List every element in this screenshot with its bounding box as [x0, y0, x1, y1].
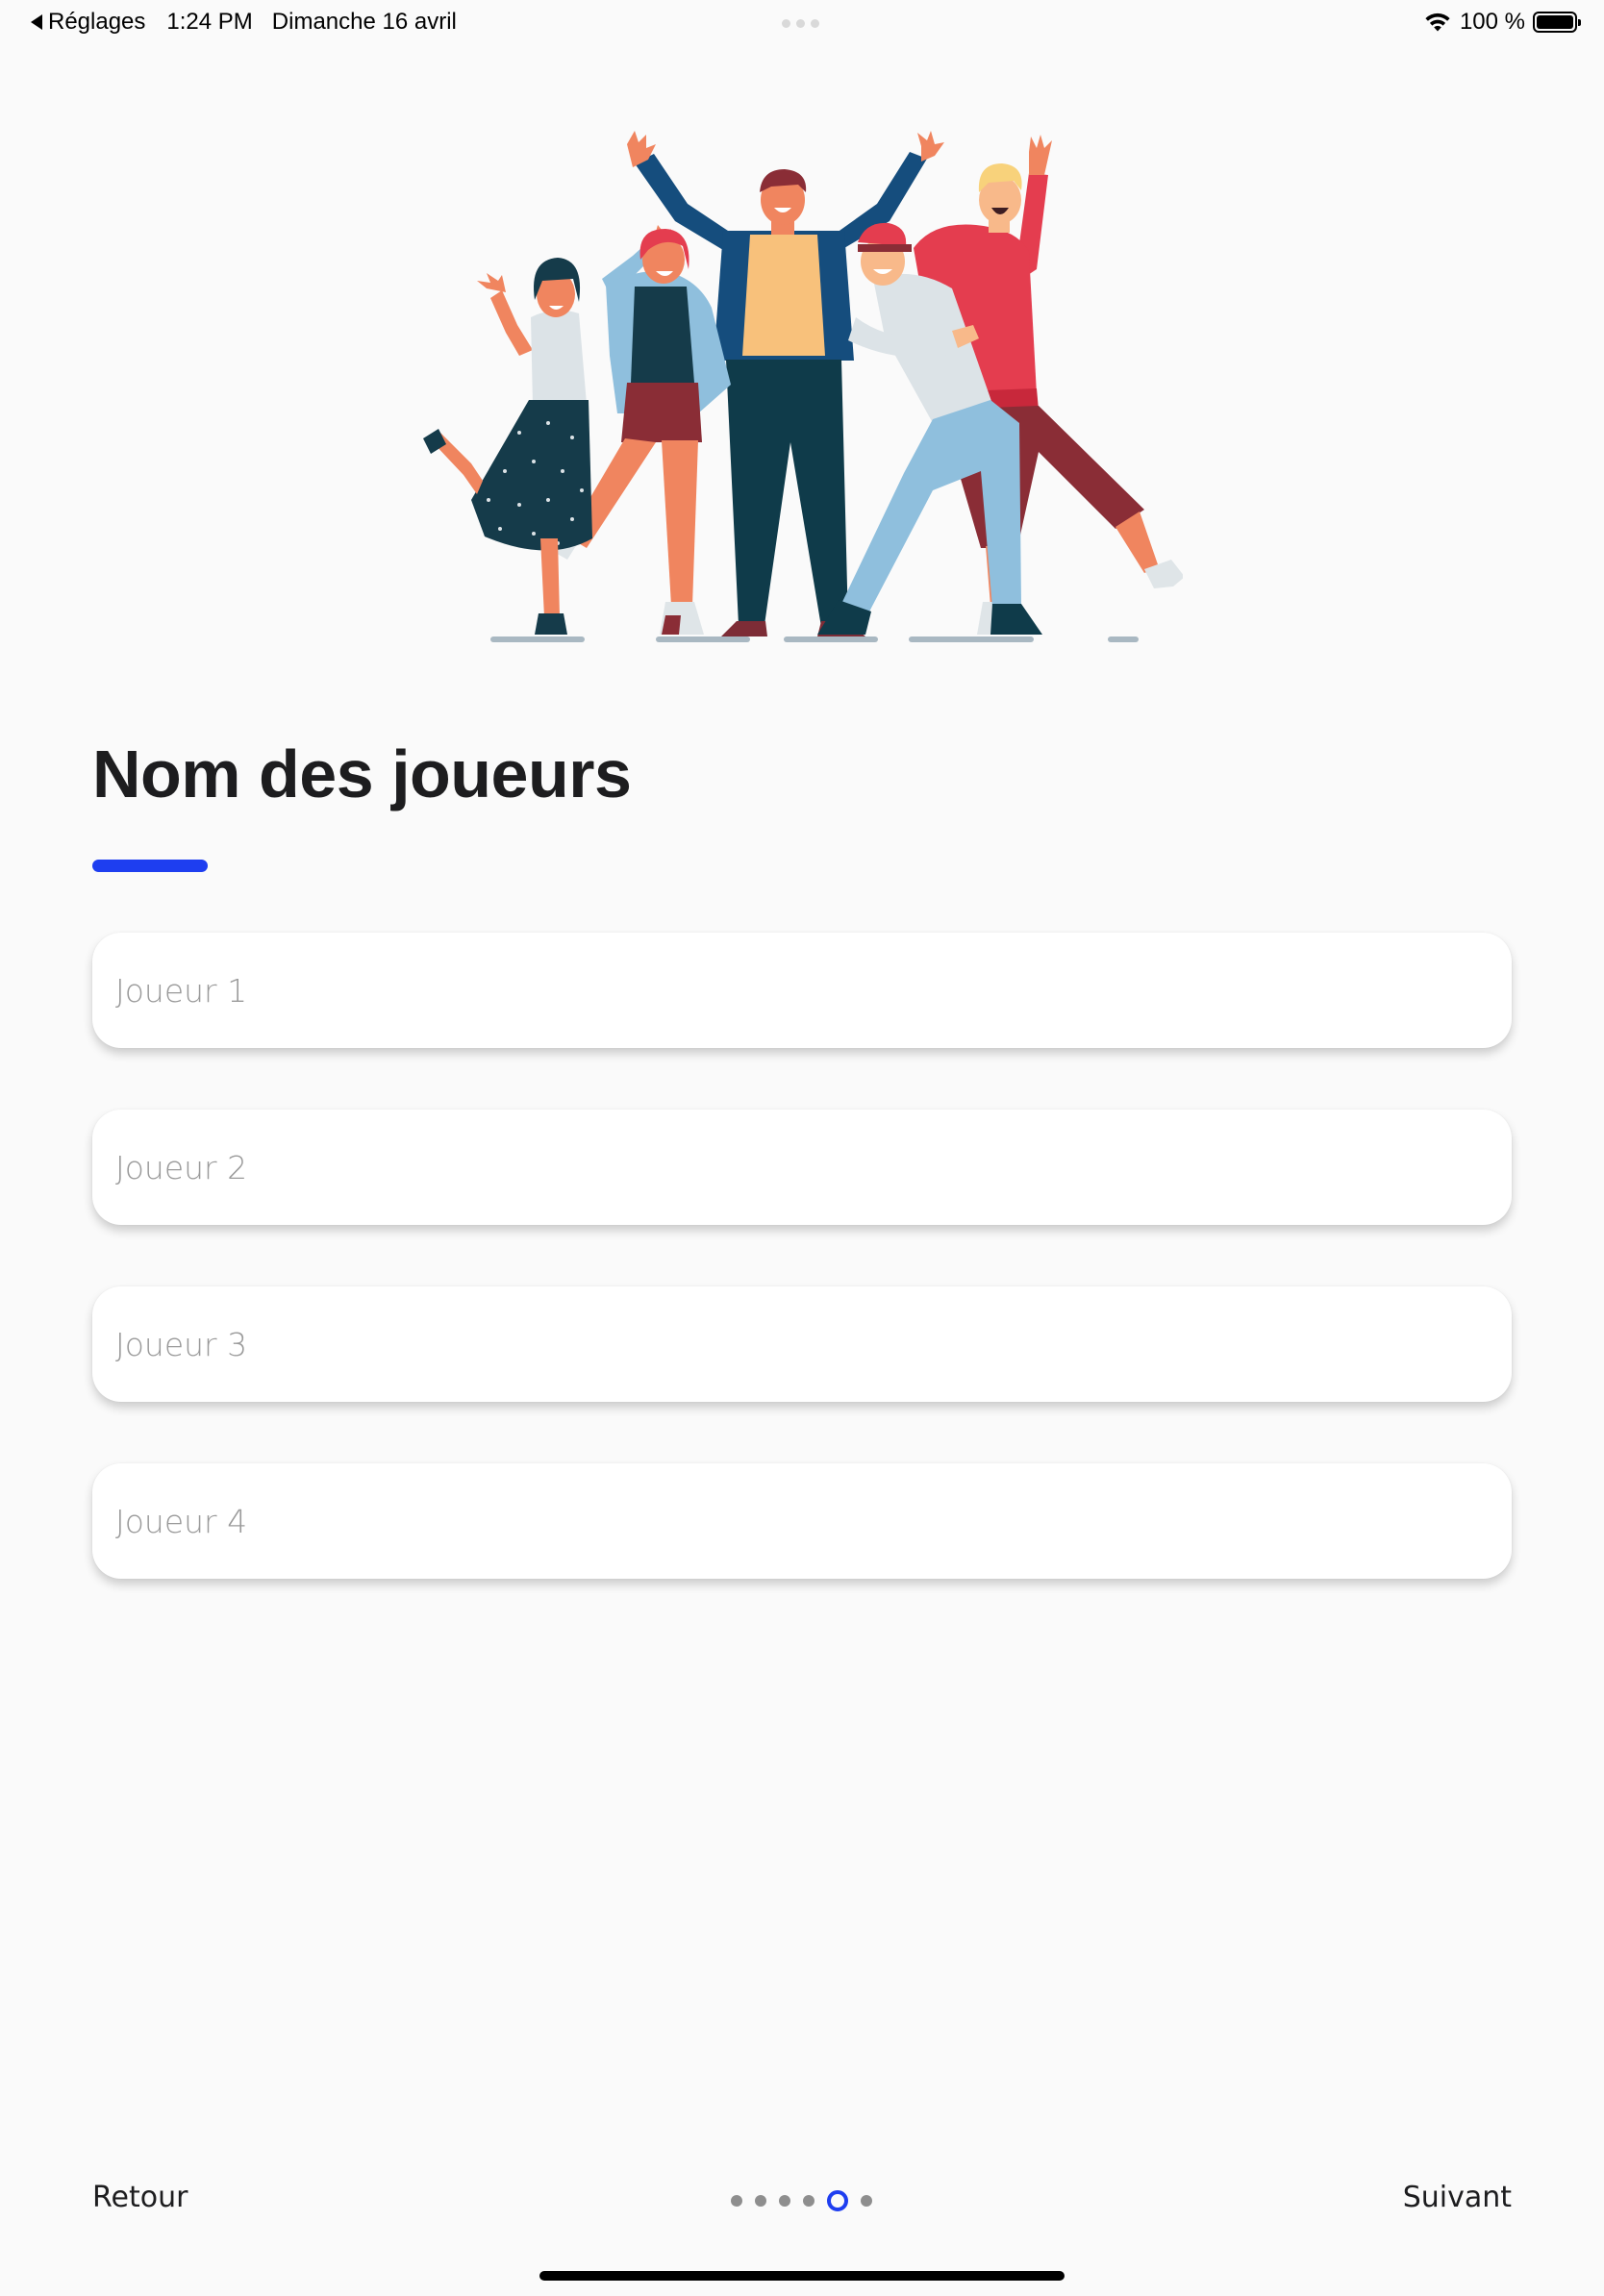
page-dot[interactable] [755, 2195, 766, 2207]
status-bar: Réglages 1:24 PM Dimanche 16 avril 100 % [0, 0, 1604, 46]
multitasking-dot [782, 19, 790, 28]
back-arrow-icon [31, 14, 42, 30]
multitasking-dot [796, 19, 805, 28]
back-app-label: Réglages [48, 9, 146, 35]
page-dot[interactable] [779, 2195, 790, 2207]
page-indicator [731, 2190, 872, 2211]
title-accent-bar [92, 860, 208, 872]
home-indicator[interactable] [539, 2271, 1065, 2281]
status-date: Dimanche 16 avril [271, 9, 457, 35]
player-4-input[interactable] [92, 1463, 1512, 1579]
group-of-friends-illustration [423, 131, 1183, 642]
back-button[interactable]: Retour [92, 2181, 188, 2214]
page-dot[interactable] [803, 2195, 815, 2207]
page-dot[interactable] [861, 2195, 872, 2207]
page-title: Nom des joueurs [92, 736, 632, 811]
battery-icon [1533, 12, 1581, 33]
player-1-input[interactable] [92, 933, 1512, 1048]
player-1-field[interactable] [92, 933, 1512, 1048]
player-2-input[interactable] [92, 1110, 1512, 1225]
status-bar-left: Réglages 1:24 PM Dimanche 16 avril [31, 9, 457, 36]
multitasking-handle[interactable] [782, 19, 819, 28]
player-4-field[interactable] [92, 1463, 1512, 1579]
next-button[interactable]: Suivant [1403, 2181, 1512, 2214]
page-dot-current[interactable] [827, 2190, 848, 2211]
status-time: 1:24 PM [166, 9, 253, 35]
player-2-field[interactable] [92, 1110, 1512, 1225]
page-dot[interactable] [731, 2195, 742, 2207]
battery-percent: 100 % [1459, 9, 1525, 35]
back-to-app-button[interactable]: Réglages [31, 9, 145, 36]
status-bar-right: 100 % [1423, 9, 1581, 36]
player-3-input[interactable] [92, 1286, 1512, 1402]
multitasking-dot [811, 19, 819, 28]
player-3-field[interactable] [92, 1286, 1512, 1402]
wifi-icon [1425, 12, 1450, 32]
